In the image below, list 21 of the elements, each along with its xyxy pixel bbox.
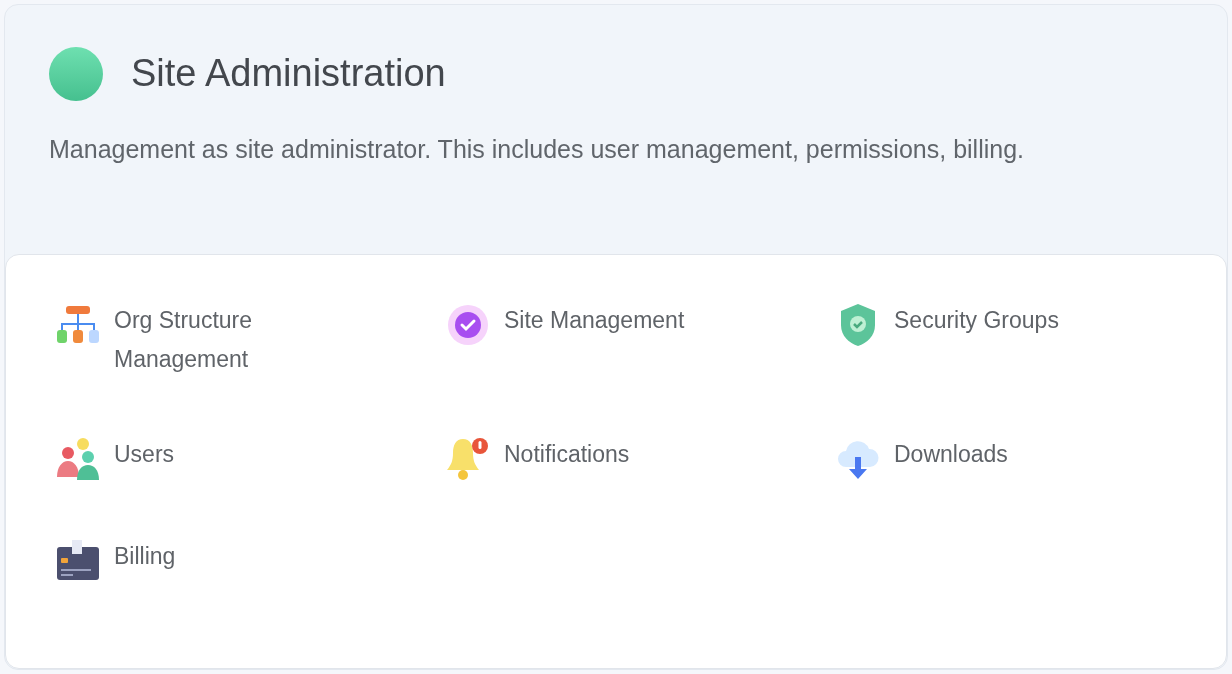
page-title: Site Administration	[131, 51, 446, 97]
admin-link[interactable]: Downloads	[836, 435, 1136, 481]
admin-link[interactable]: Security Groups	[836, 301, 1136, 379]
credit-card-icon	[56, 539, 100, 583]
link-label: Org Structure Management	[114, 306, 254, 374]
gear-check-icon	[446, 303, 490, 347]
link-label: Users	[114, 440, 176, 469]
link-label: Notifications	[504, 440, 631, 469]
admin-link[interactable]: Org Structure Management	[56, 301, 356, 379]
users-icon	[56, 437, 100, 481]
page-description: Management as site administrator. This includes user management, permissions, billing.	[49, 134, 1025, 165]
admin-link[interactable]: Notifications	[446, 435, 746, 481]
admin-link[interactable]: Site Management	[446, 301, 746, 379]
link-label: Security Groups	[894, 306, 1060, 335]
admin-link[interactable]: Billing	[56, 537, 356, 583]
link-label: Billing	[114, 542, 177, 571]
link-label: Site Management	[504, 306, 686, 335]
admin-link[interactable]: Users	[56, 435, 356, 481]
circle-logo-icon	[49, 47, 103, 101]
bell-alert-icon	[446, 437, 490, 481]
link-label: Downloads	[894, 440, 1009, 469]
